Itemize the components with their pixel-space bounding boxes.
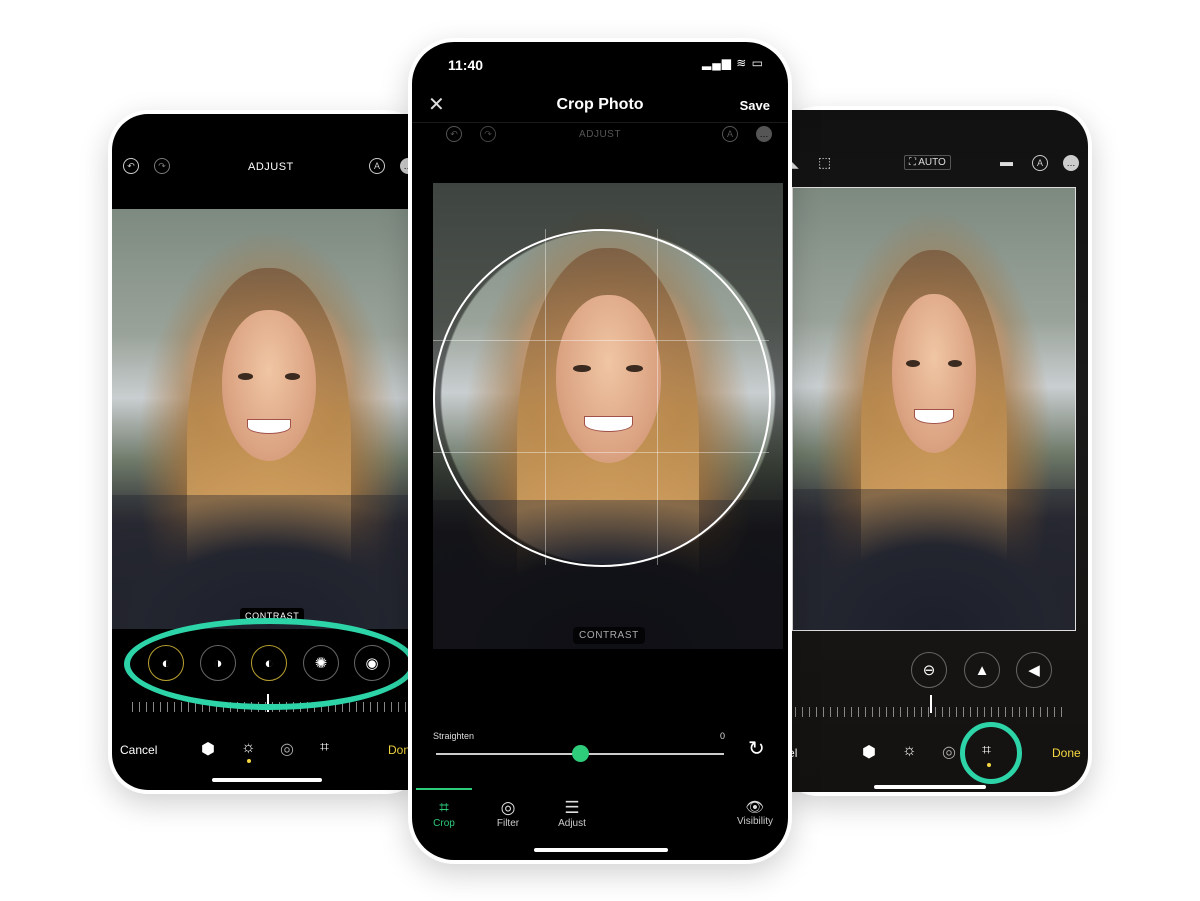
straighten-value: 0	[720, 731, 726, 741]
auto-button[interactable]: ⛶ AUTO	[904, 155, 951, 170]
grid-line	[433, 340, 769, 341]
header-divider	[412, 122, 788, 123]
slider-indicator	[930, 695, 932, 713]
rotation-slider[interactable]	[788, 707, 1068, 717]
straighten-label: Straighten	[433, 731, 475, 741]
aspect-ratio-icon[interactable]: ▬	[1000, 154, 1013, 169]
toolbar-title: ADJUST	[248, 161, 294, 173]
home-indicator	[874, 785, 986, 789]
undo-icon[interactable]: ↶	[123, 158, 139, 174]
grid-line	[433, 452, 769, 453]
more-icon[interactable]: …	[1063, 155, 1079, 171]
more-icon: …	[756, 126, 772, 142]
adjust-icon[interactable]: ☼	[902, 742, 917, 760]
circle-crop-frame[interactable]	[433, 229, 771, 567]
adjust-sliders-icon: ☰	[564, 798, 580, 817]
phone-left-ios-photos-adjust: ↶ ↷ ADJUST A … CONTRAST ◐ ◑ ◐ ✺ ◉ Cancel…	[108, 110, 426, 794]
filter-icon: ◎	[500, 798, 516, 817]
redo-icon[interactable]: ↷	[154, 158, 170, 174]
highlight-annotation	[124, 618, 416, 710]
home-indicator	[534, 848, 668, 852]
straighten-dial[interactable]: ⊖	[911, 652, 947, 688]
tab-visibility[interactable]: 👁 Visibility	[730, 798, 780, 827]
done-button[interactable]: Done	[1052, 746, 1081, 760]
crop-photo-preview[interactable]: CONTRAST	[433, 183, 783, 649]
tab-crop[interactable]: ⌗ Crop	[424, 798, 464, 829]
tab-filter[interactable]: ◎ Filter	[488, 798, 528, 829]
tab-adjust[interactable]: ☰ Adjust	[550, 798, 594, 829]
eye-icon: 👁	[745, 799, 765, 816]
markup-icon: A	[722, 126, 738, 142]
rotate-icon[interactable]: ⬚	[818, 154, 831, 171]
tab-label: Filter	[496, 818, 520, 829]
photo-preview	[112, 209, 426, 629]
vertical-perspective-dial[interactable]: ▲	[964, 652, 1000, 688]
horizontal-perspective-dial[interactable]: ◀	[1016, 652, 1052, 688]
page-title: Crop Photo	[556, 96, 644, 113]
highlight-annotation	[960, 722, 1022, 784]
cancel-button[interactable]: Cancel	[120, 743, 157, 757]
right-screen: ◣ ⬚ ⛶ AUTO ▬ A … ⊖ ▲ ◀ Cancel ⬢ ☼ ◎ ⌗ Do…	[778, 110, 1088, 792]
filters-icon[interactable]: ◎	[280, 739, 294, 759]
straighten-slider-thumb[interactable]	[571, 745, 589, 762]
status-icons: ▂▄▆ ≋ ▭	[701, 56, 764, 70]
active-tab-indicator	[416, 788, 472, 790]
center-screen: 11:40 ▂▄▆ ≋ ▭ ✕ Crop Photo Save ↶ ↷ ADJU…	[412, 42, 788, 860]
live-icon[interactable]: ⬢	[862, 742, 876, 762]
overlay-label: CONTRAST	[573, 627, 645, 644]
grid-line	[545, 229, 546, 565]
crop-icon: ⌗	[439, 798, 449, 817]
reset-rotation-icon[interactable]: ↻	[748, 736, 765, 761]
filters-icon[interactable]: ◎	[942, 742, 956, 762]
crop-photo-preview[interactable]	[792, 187, 1076, 631]
home-indicator	[212, 778, 322, 782]
phone-center-crop-photo: 11:40 ▂▄▆ ≋ ▭ ✕ Crop Photo Save ↶ ↷ ADJU…	[408, 38, 792, 864]
live-icon[interactable]: ⬢	[201, 739, 215, 759]
tab-label: Crop	[433, 818, 455, 829]
tab-label: Adjust	[558, 818, 586, 829]
grid-line	[657, 229, 658, 565]
status-time: 11:40	[448, 57, 484, 73]
save-button[interactable]: Save	[740, 98, 770, 113]
crop-rotate-icon[interactable]: ⌗	[320, 739, 329, 757]
phone-right-ios-photos-crop: ◣ ⬚ ⛶ AUTO ▬ A … ⊖ ▲ ◀ Cancel ⬢ ☼ ◎ ⌗ Do…	[778, 106, 1092, 796]
tab-label: Visibility	[737, 816, 773, 827]
auto-label: AUTO	[918, 157, 946, 168]
markup-icon[interactable]: A	[1032, 155, 1048, 171]
adjust-icon[interactable]: ☼	[241, 739, 256, 757]
active-tab-dot	[247, 759, 251, 763]
markup-icon[interactable]: A	[369, 158, 385, 174]
